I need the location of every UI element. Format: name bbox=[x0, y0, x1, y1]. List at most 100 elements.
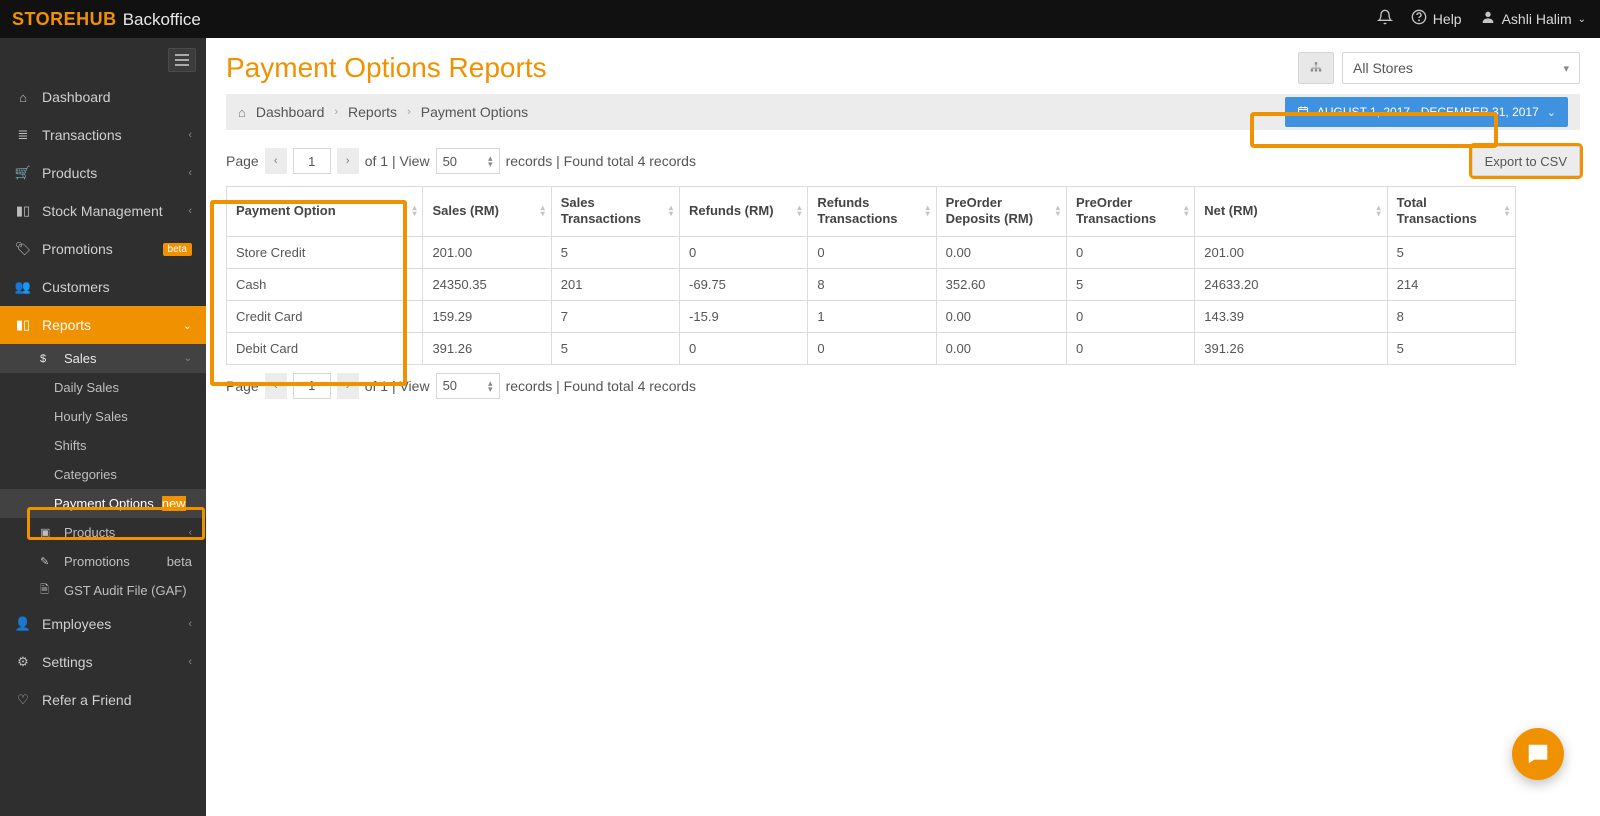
nav-promotions[interactable]: 🏷Promotionsbeta bbox=[0, 230, 206, 268]
chevron-left-icon: ‹ bbox=[188, 129, 192, 141]
cell-pd: 0.00 bbox=[936, 332, 1066, 364]
sort-icon: ▴▾ bbox=[488, 155, 493, 167]
nav-employees[interactable]: 👤Employees‹ bbox=[0, 605, 206, 643]
nav-reports-sales[interactable]: $Sales⌄ bbox=[0, 344, 206, 373]
chevron-left-icon: ‹ bbox=[188, 618, 192, 630]
th-payment-option[interactable]: Payment Option▴▾ bbox=[227, 187, 423, 237]
cell-pt: 0 bbox=[1066, 332, 1194, 364]
cell-st: 5 bbox=[551, 236, 679, 268]
th-refunds[interactable]: Refunds (RM)▴▾ bbox=[680, 187, 808, 237]
nav-gst[interactable]: 🗎GST Audit File (GAF) bbox=[0, 576, 206, 605]
th-preorder-transactions[interactable]: PreOrder Transactions▴▾ bbox=[1066, 187, 1194, 237]
cell-sales: 159.29 bbox=[423, 300, 551, 332]
cell-pt: 0 bbox=[1066, 300, 1194, 332]
chat-launcher[interactable] bbox=[1512, 728, 1564, 780]
table-row: Debit Card391.265000.000391.265 bbox=[227, 332, 1516, 364]
page-size-value: 50 bbox=[443, 378, 457, 393]
sidebar: ⌂Dashboard ≣Transactions‹ 🛒Products‹ ▮▯S… bbox=[0, 38, 206, 816]
page-next-button[interactable]: › bbox=[337, 373, 359, 399]
page-size-select[interactable]: 50 ▴▾ bbox=[436, 148, 500, 174]
table-row: Credit Card159.297-15.910.000143.398 bbox=[227, 300, 1516, 332]
page-size-select[interactable]: 50 ▴▾ bbox=[436, 373, 500, 399]
th-refunds-transactions[interactable]: Refunds Transactions▴▾ bbox=[808, 187, 936, 237]
page-prev-button[interactable]: ‹ bbox=[265, 373, 287, 399]
th-sales[interactable]: Sales (RM)▴▾ bbox=[423, 187, 551, 237]
chevron-left-icon: ‹ bbox=[188, 656, 192, 668]
payment-options-table: Payment Option▴▾ Sales (RM)▴▾ Sales Tran… bbox=[226, 186, 1516, 365]
nav-reports-promotions[interactable]: ✎Promotionsbeta bbox=[0, 547, 206, 576]
nav-reports-products[interactable]: ▣Products‹ bbox=[0, 518, 206, 547]
cell-po: Debit Card bbox=[227, 332, 423, 364]
cell-pt: 0 bbox=[1066, 236, 1194, 268]
nav-settings[interactable]: ⚙Settings‹ bbox=[0, 643, 206, 681]
cell-sales: 391.26 bbox=[423, 332, 551, 364]
nav-categories[interactable]: Categories bbox=[0, 460, 206, 489]
cell-po: Credit Card bbox=[227, 300, 423, 332]
crumb-reports[interactable]: Reports bbox=[348, 104, 397, 120]
table-row: Store Credit201.005000.000201.005 bbox=[227, 236, 1516, 268]
brand-logo: STOREHUB bbox=[12, 9, 117, 30]
cart-icon: 🛒 bbox=[14, 165, 32, 181]
chart-icon: ▮▯ bbox=[14, 317, 32, 333]
date-range-picker[interactable]: AUGUST 1, 2017 - DECEMBER 31, 2017 ⌄ bbox=[1285, 97, 1568, 127]
home-icon: ⌂ bbox=[238, 105, 246, 120]
crumb-dashboard[interactable]: Dashboard bbox=[256, 104, 325, 120]
cell-net: 201.00 bbox=[1195, 236, 1387, 268]
nav-products[interactable]: 🛒Products‹ bbox=[0, 154, 206, 192]
nav-dashboard[interactable]: ⌂Dashboard bbox=[0, 78, 206, 116]
sort-icon: ▴▾ bbox=[1377, 205, 1381, 217]
page-next-button[interactable]: › bbox=[337, 148, 359, 174]
page-of-label: of 1 | View bbox=[365, 378, 430, 394]
main-content: Payment Options Reports All Stores ▾ ⌂ D… bbox=[206, 38, 1600, 816]
th-total-transactions[interactable]: Total Transactions▴▾ bbox=[1387, 187, 1515, 237]
help-link[interactable]: Help bbox=[1411, 9, 1462, 30]
chevron-down-icon: ⌄ bbox=[1578, 14, 1586, 25]
nav-customers[interactable]: 👥Customers bbox=[0, 268, 206, 306]
export-csv-button[interactable]: Export to CSV bbox=[1472, 146, 1580, 176]
cell-pd: 352.60 bbox=[936, 268, 1066, 300]
cell-sales: 24350.35 bbox=[423, 268, 551, 300]
nav-stock[interactable]: ▮▯Stock Management‹ bbox=[0, 192, 206, 230]
page-size-value: 50 bbox=[443, 154, 457, 169]
user-menu[interactable]: Ashli Halim ⌄ bbox=[1480, 9, 1586, 30]
nav-refer[interactable]: ♡Refer a Friend bbox=[0, 681, 206, 719]
records-label: records | Found total 4 records bbox=[506, 378, 696, 394]
page-title: Payment Options Reports bbox=[226, 52, 547, 84]
users-icon: 👥 bbox=[14, 279, 32, 295]
cell-po: Store Credit bbox=[227, 236, 423, 268]
home-icon: ⌂ bbox=[14, 90, 32, 105]
calendar-icon bbox=[1297, 105, 1309, 120]
store-select-label: All Stores bbox=[1353, 60, 1413, 76]
sort-icon: ▴▾ bbox=[1505, 205, 1509, 217]
nav-shifts[interactable]: Shifts bbox=[0, 431, 206, 460]
nav-daily-sales[interactable]: Daily Sales bbox=[0, 373, 206, 402]
th-net[interactable]: Net (RM)▴▾ bbox=[1195, 187, 1387, 237]
records-label: records | Found total 4 records bbox=[506, 153, 696, 169]
nav-transactions[interactable]: ≣Transactions‹ bbox=[0, 116, 206, 154]
cell-st: 5 bbox=[551, 332, 679, 364]
nav-payment-options[interactable]: Payment Optionsnew bbox=[0, 489, 206, 518]
brand: STOREHUB Backoffice bbox=[12, 9, 201, 30]
nav-hourly-sales[interactable]: Hourly Sales bbox=[0, 402, 206, 431]
sort-icon: ▴▾ bbox=[669, 205, 673, 217]
page-input[interactable] bbox=[293, 373, 331, 399]
page-label: Page bbox=[226, 378, 259, 394]
bell-icon[interactable] bbox=[1377, 9, 1393, 30]
page-prev-button[interactable]: ‹ bbox=[265, 148, 287, 174]
menu-toggle[interactable] bbox=[168, 48, 196, 72]
th-preorder-deposits[interactable]: PreOrder Deposits (RM)▴▾ bbox=[936, 187, 1066, 237]
sort-icon: ▴▾ bbox=[541, 205, 545, 217]
barcode-icon: ▮▯ bbox=[14, 203, 32, 219]
pagination-top: Page ‹ › of 1 | View 50 ▴▾ records | Fou… bbox=[226, 146, 1580, 176]
pencil-icon: ✎ bbox=[40, 555, 56, 568]
sort-icon: ▴▾ bbox=[926, 205, 930, 217]
store-select[interactable]: All Stores ▾ bbox=[1342, 52, 1580, 84]
store-tree-button[interactable] bbox=[1298, 52, 1334, 84]
file-icon: 🗎 bbox=[40, 581, 56, 600]
sort-icon: ▴▾ bbox=[1184, 205, 1188, 217]
nav-reports[interactable]: ▮▯Reports⌄ bbox=[0, 306, 206, 344]
page-input[interactable] bbox=[293, 148, 331, 174]
breadcrumb-bar: ⌂ Dashboard › Reports › Payment Options … bbox=[226, 94, 1580, 130]
cell-tt: 5 bbox=[1387, 236, 1515, 268]
th-sales-transactions[interactable]: Sales Transactions▴▾ bbox=[551, 187, 679, 237]
